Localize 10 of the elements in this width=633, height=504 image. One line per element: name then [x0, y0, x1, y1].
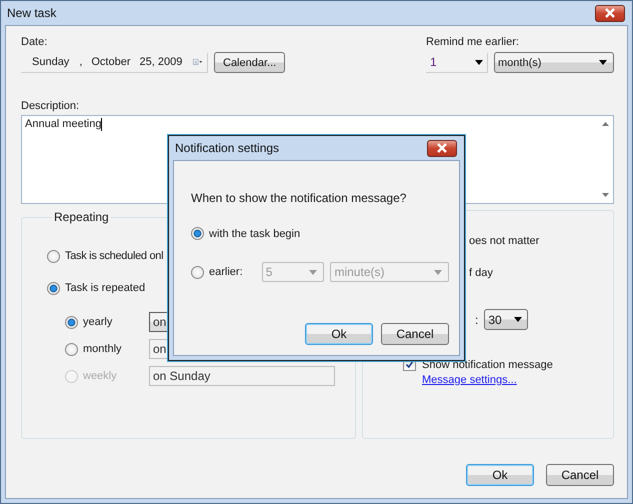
date-label: Date: — [21, 36, 48, 48]
description-label: Description: — [21, 100, 80, 112]
option-label: f day — [469, 267, 494, 281]
dialog-title: Notification settings — [175, 141, 280, 155]
dialog-question: When to show the notification message? — [191, 191, 408, 205]
group-title: Repeating — [53, 210, 110, 224]
window-title: New task — [7, 6, 56, 20]
remind-label: Remind me earlier: — [426, 36, 520, 48]
option-label: oes not matter — [469, 235, 540, 249]
time-separator: : — [475, 312, 478, 326]
